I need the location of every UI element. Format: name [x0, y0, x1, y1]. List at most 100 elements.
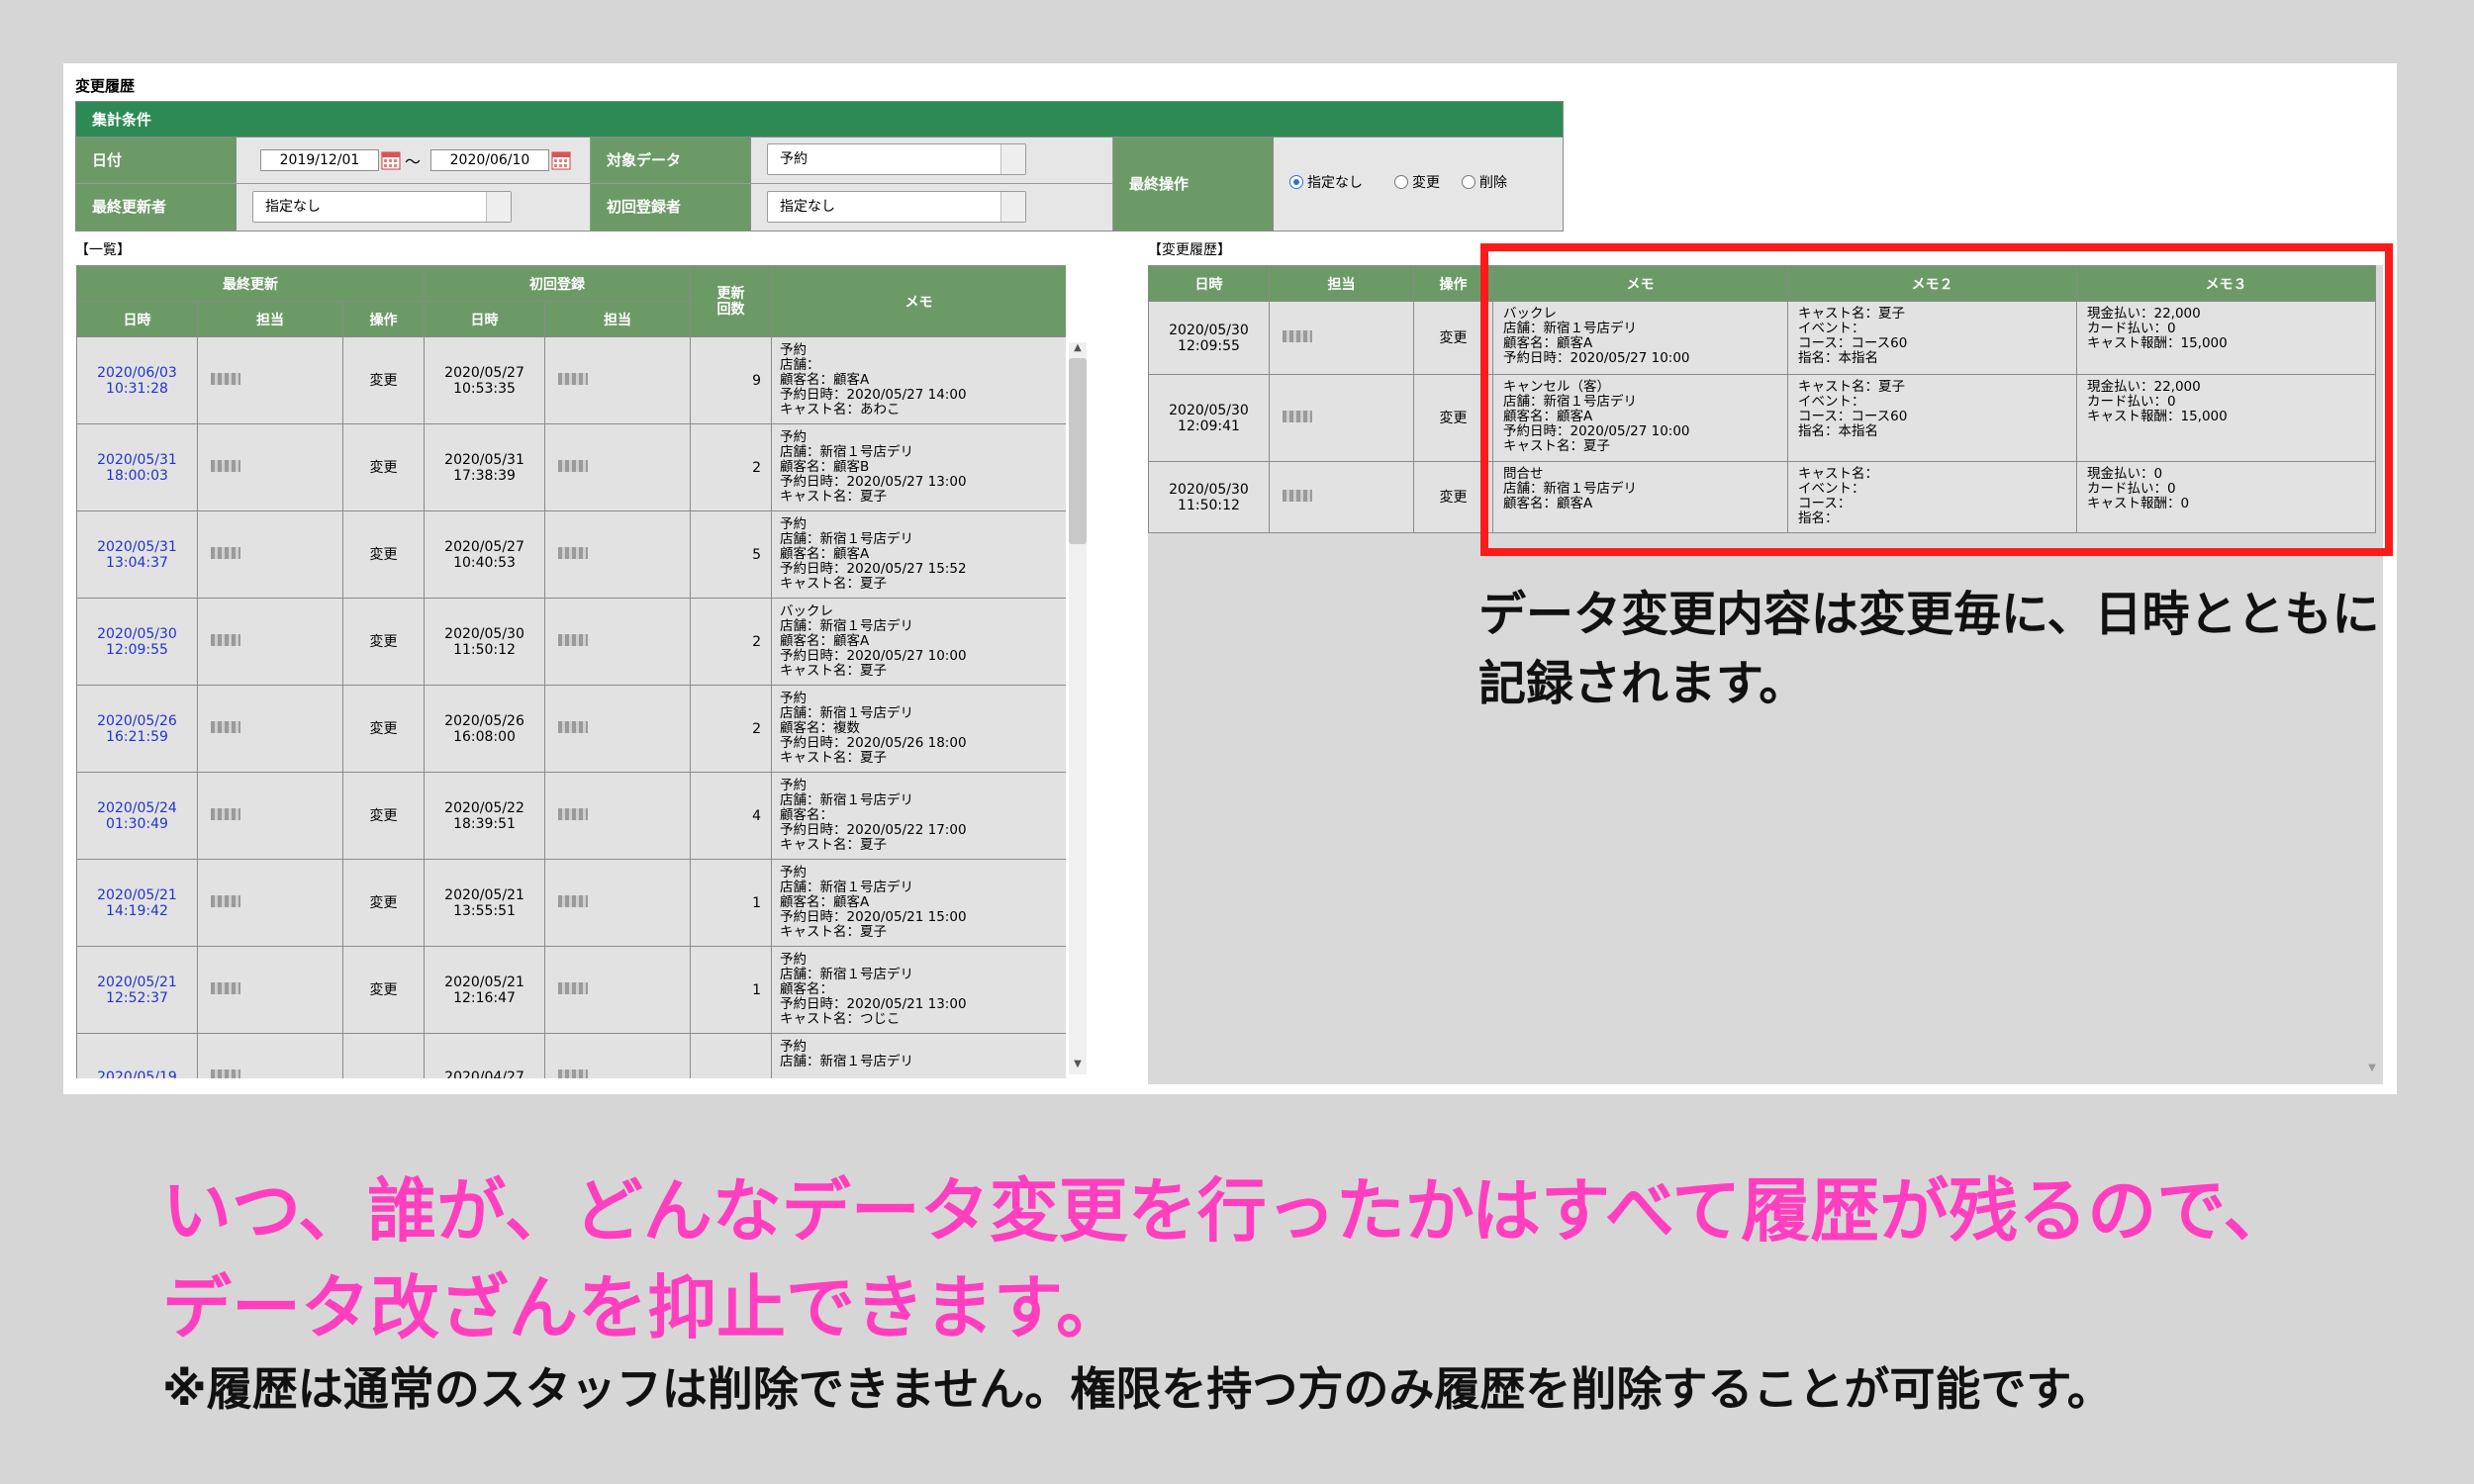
hist-datetime-cell: 2020/05/30 12:09:41 [1148, 374, 1270, 462]
first-datetime-cell: 2020/05/21 12:16:47 [424, 946, 546, 1034]
history-scroll-down-icon[interactable]: ▼ [2363, 1063, 2381, 1073]
table-row[interactable]: 2020/05/19 2020/04/27 予約 店舗：新宿１号店デリ [76, 1033, 1066, 1078]
operation-cell: 変更 [341, 946, 426, 1034]
calendar-icon[interactable] [381, 150, 401, 170]
last-update-link[interactable]: 2020/06/03 10:31:28 [76, 336, 198, 424]
calendar-icon[interactable] [551, 150, 571, 170]
memo-cell: 予約 店舗：新宿１号店デリ 顧客名： 予約日時：2020/05/22 17:00… [771, 772, 1066, 860]
redacted-name [1283, 410, 1312, 422]
redacted-name [211, 894, 240, 907]
table-row[interactable]: 2020/05/24 01:30:49 変更 2020/05/22 18:39:51… [76, 772, 1066, 860]
target-data-label: 対象データ [591, 138, 751, 183]
first-datetime-cell: 2020/05/30 11:50:12 [424, 598, 546, 686]
last-updater-select[interactable]: 指定なし [252, 191, 512, 223]
operation-cell: 変更 [341, 859, 426, 947]
memo-cell: 予約 店舗：新宿１号店デリ 顧客名：複数 予約日時：2020/05/26 18:… [771, 685, 1066, 773]
col-first-datetime: 日時 [424, 301, 546, 337]
first-staff-cell [544, 859, 692, 947]
redacted-name [558, 720, 589, 733]
operation-cell: 変更 [341, 685, 426, 773]
first-datetime-cell: 2020/04/27 [424, 1033, 546, 1078]
hist-col-datetime: 日時 [1148, 265, 1270, 302]
memo-cell: 予約 店舗：新宿１号店デリ 顧客名：顧客A 予約日時：2020/05/27 15… [771, 510, 1066, 599]
staff-cell [197, 598, 343, 686]
last-update-header: 最終更新 [76, 265, 426, 302]
table-row[interactable]: 2020/05/31 13:04:37 変更 2020/05/27 10:40:53… [76, 510, 1066, 599]
staff-cell [197, 685, 343, 773]
update-count-cell: 2 [690, 598, 773, 686]
last-update-link[interactable]: 2020/05/30 12:09:55 [76, 598, 198, 686]
last-operation-label: 最終操作 [1113, 138, 1274, 231]
hist-staff-cell [1269, 301, 1414, 375]
scroll-down-icon[interactable]: ▼ [1069, 1059, 1087, 1069]
redacted-name [211, 1068, 240, 1078]
list-scrollbar-thumb[interactable] [1069, 358, 1087, 544]
hist-datetime-cell: 2020/05/30 11:50:12 [1148, 461, 1270, 533]
last-update-link[interactable]: 2020/05/31 18:00:03 [76, 423, 198, 511]
hist-staff-cell [1269, 461, 1414, 533]
date-label: 日付 [76, 138, 237, 183]
redacted-name [558, 459, 589, 472]
last-update-link[interactable]: 2020/05/19 [76, 1033, 198, 1078]
footnote: ※履歴は通常のスタッフは削除できません。権限を持つ方のみ履歴を削除することが可能… [162, 1362, 2113, 1416]
first-staff-cell [544, 1033, 692, 1078]
col-first-staff: 担当 [544, 301, 692, 337]
hist-col-staff: 担当 [1269, 265, 1414, 302]
col-datetime: 日時 [76, 301, 198, 337]
target-data-select[interactable]: 予約 [767, 143, 1026, 175]
redacted-name [211, 981, 240, 994]
filter-header: 集計条件 [76, 102, 1563, 138]
operation-cell: 変更 [341, 510, 426, 599]
redacted-name [558, 633, 589, 646]
radio-change[interactable]: 変更 [1394, 173, 1440, 193]
scroll-up-icon[interactable]: ▲ [1069, 342, 1087, 353]
last-update-link[interactable]: 2020/05/31 13:04:37 [76, 510, 198, 599]
col-staff: 担当 [197, 301, 343, 337]
first-datetime-cell: 2020/05/31 17:38:39 [424, 423, 546, 511]
memo-cell: 予約 店舗：新宿１号店デリ [771, 1033, 1066, 1078]
last-update-link[interactable]: 2020/05/21 12:52:37 [76, 946, 198, 1034]
callout-text: データ変更内容は変更毎に、日時とともに記録されます。 [1478, 587, 2380, 711]
date-range-field: 2019/12/01 ～ 2020/06/10 [237, 138, 591, 183]
list-table-container: 最終更新 初回登録 更新 回数 メモ 日時 担当 操作 日時 担当 2020/0… [76, 265, 1066, 1078]
first-staff-cell [544, 946, 692, 1034]
operation-cell: 変更 [341, 423, 426, 511]
first-datetime-cell: 2020/05/22 18:39:51 [424, 772, 546, 860]
date-to-input[interactable]: 2020/06/10 [430, 149, 549, 171]
table-row[interactable]: 2020/05/30 12:09:55 変更 2020/05/30 11:50:12… [76, 598, 1066, 686]
redacted-name [1283, 489, 1312, 502]
redacted-name [558, 981, 589, 994]
table-row[interactable]: 2020/05/21 12:52:37 変更 2020/05/21 12:16:47… [76, 946, 1066, 1034]
staff-cell [197, 510, 343, 599]
table-row[interactable]: 2020/06/03 10:31:28 変更 2020/05/27 10:53:35… [76, 336, 1066, 424]
table-row[interactable]: 2020/05/31 18:00:03 変更 2020/05/31 17:38:39… [76, 423, 1066, 511]
radio-delete[interactable]: 削除 [1462, 173, 1507, 193]
staff-cell [197, 423, 343, 511]
date-separator: ～ [405, 152, 422, 171]
first-datetime-cell: 2020/05/27 10:53:35 [424, 336, 546, 424]
radio-none[interactable]: 指定なし [1289, 173, 1363, 193]
first-registrant-select[interactable]: 指定なし [767, 191, 1026, 223]
last-update-link[interactable]: 2020/05/21 14:19:42 [76, 859, 198, 947]
first-staff-cell [544, 772, 692, 860]
last-update-link[interactable]: 2020/05/24 01:30:49 [76, 772, 198, 860]
memo-cell: 予約 店舗：新宿１号店デリ 顧客名：顧客B 予約日時：2020/05/27 13… [771, 423, 1066, 511]
redacted-name [211, 372, 240, 385]
memo-header: メモ [771, 265, 1066, 337]
last-operation-radios: 指定なし 変更 削除 [1274, 138, 1563, 231]
update-count-cell: 1 [690, 859, 773, 947]
update-count-cell: 1 [690, 946, 773, 1034]
redacted-name [558, 372, 589, 385]
staff-cell [197, 336, 343, 424]
first-staff-cell [544, 510, 692, 599]
date-from-input[interactable]: 2019/12/01 [260, 149, 379, 171]
last-update-link[interactable]: 2020/05/26 16:21:59 [76, 685, 198, 773]
update-count-header: 更新 回数 [690, 265, 773, 337]
staff-cell [197, 772, 343, 860]
redacted-name [558, 807, 589, 820]
table-row[interactable]: 2020/05/21 14:19:42 変更 2020/05/21 13:55:51… [76, 859, 1066, 947]
table-row[interactable]: 2020/05/26 16:21:59 変更 2020/05/26 16:08:00… [76, 685, 1066, 773]
redacted-name [558, 894, 589, 907]
last-updater-label: 最終更新者 [76, 184, 237, 231]
operation-cell: 変更 [341, 598, 426, 686]
